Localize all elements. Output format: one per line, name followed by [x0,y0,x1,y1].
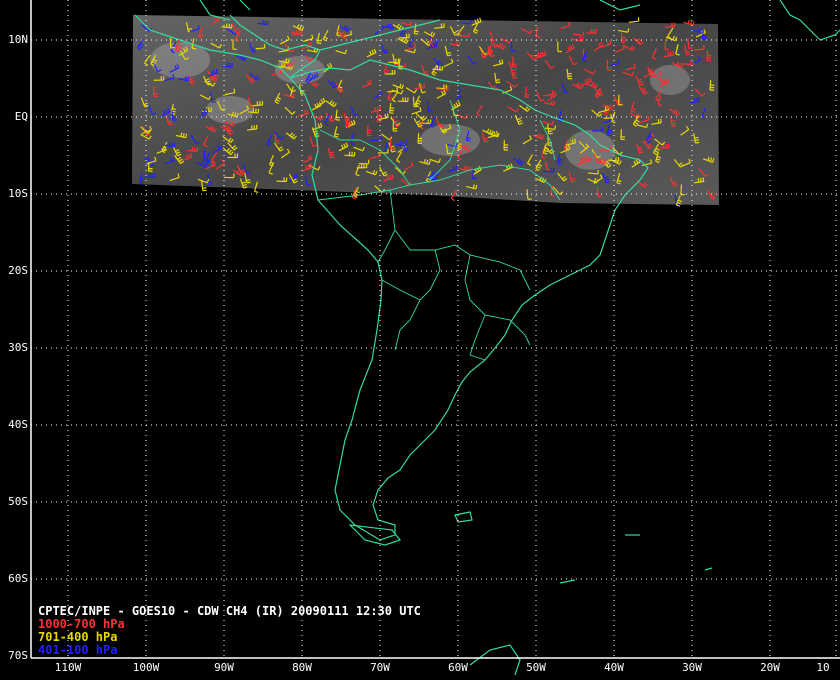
latitude-label: 30S [8,341,28,354]
latitude-label: 20S [8,264,28,277]
longitude-label: 10 [816,661,830,674]
satellite-wind-map [30,0,840,676]
legend-mid-level: 701-400 hPa [38,630,118,644]
latitude-label: 70S [8,649,28,662]
south-islands [559,567,713,584]
latitude-label: 50S [8,495,28,508]
latitude-label: 60S [8,572,28,585]
wind-barb [628,17,640,23]
longitude-label: 60W [448,661,468,674]
north-coast [199,0,641,21]
antarctic-peninsula [469,644,521,676]
na-coast [779,0,840,41]
longitude-label: 70W [370,661,390,674]
latitude-label: EQ [14,110,28,123]
longitude-label: 30W [682,661,702,674]
latitude-label: 40S [8,418,28,431]
longitude-label: 50W [526,661,546,674]
longitude-label: 20W [760,661,780,674]
map-title: CPTEC/INPE - GOES10 - CDW CH4 (IR) 20090… [38,604,421,618]
longitude-label: 110W [54,661,82,674]
longitude-label: 80W [292,661,312,674]
legend-high-level: 401-100 hPa [38,643,118,657]
legend-low-level: 1000-700 hPa [38,617,125,631]
longitude-label: 100W [132,661,160,674]
longitude-label: 40W [604,661,624,674]
latitude-label: 10N [8,33,28,46]
latitude-label: 10S [8,187,28,200]
longitude-label: 90W [214,661,234,674]
tierra-del-fuego [348,524,402,546]
